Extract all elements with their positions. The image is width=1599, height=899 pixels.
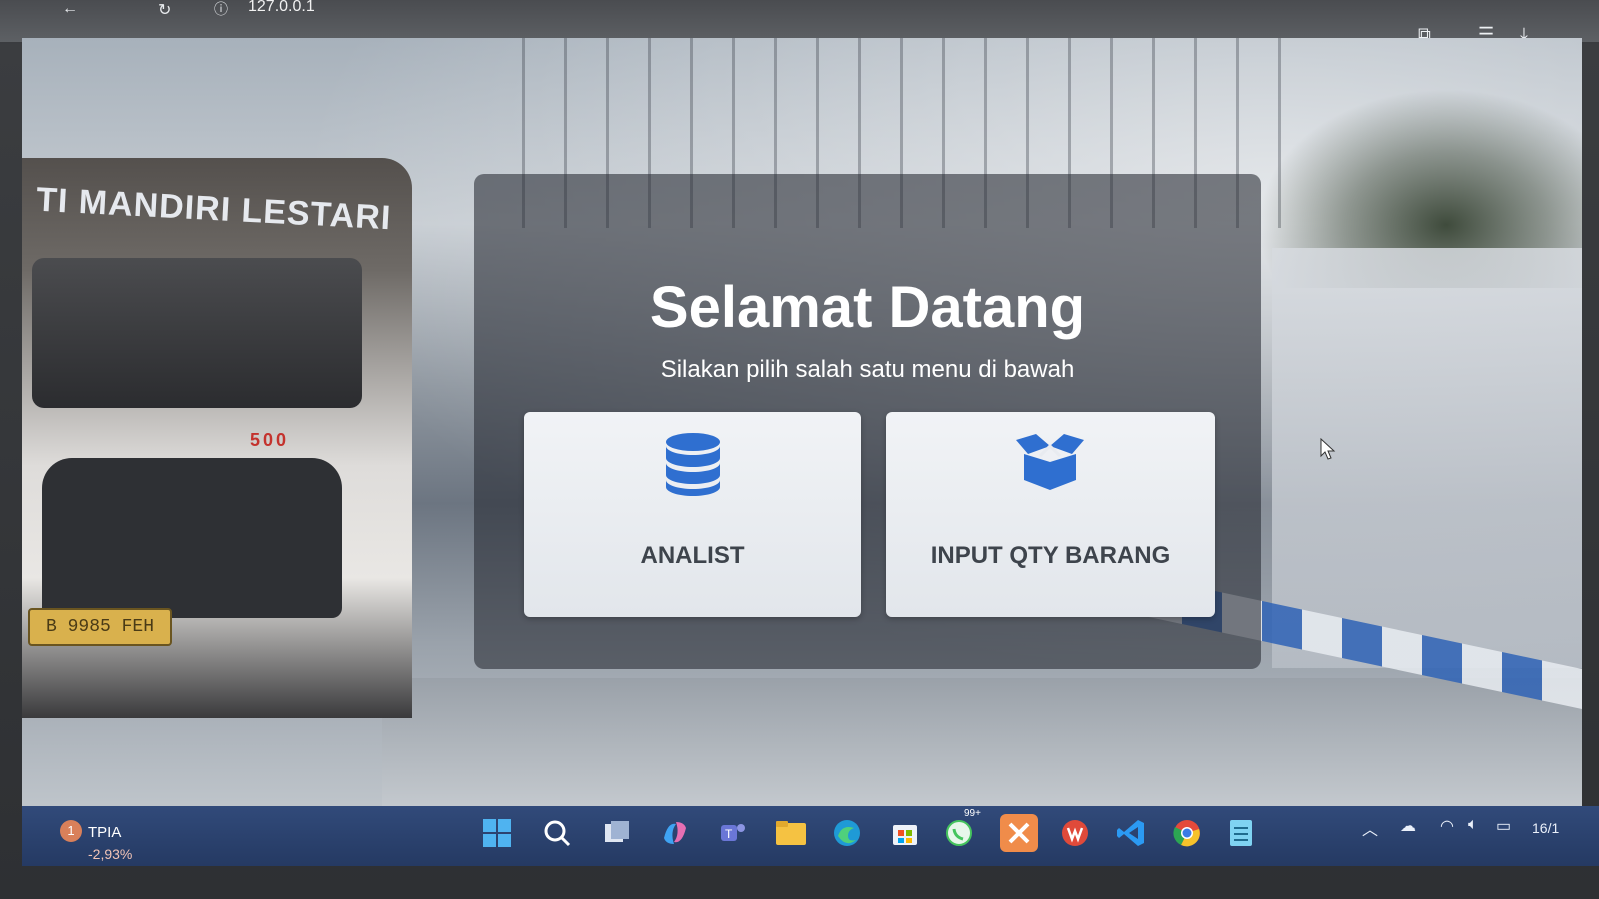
notification-badge: 1 [60, 820, 82, 842]
truck-windshield [32, 258, 362, 408]
wifi-icon[interactable]: ◠ [1440, 816, 1454, 836]
windows-start-icon[interactable] [478, 814, 516, 852]
page-title: Selamat Datang [649, 275, 1086, 340]
background-wall [1272, 248, 1582, 668]
onedrive-icon[interactable]: ☁ [1400, 816, 1416, 836]
truck-model-text: 500 [250, 430, 290, 450]
file-explorer-icon[interactable] [772, 814, 810, 852]
chevron-up-icon[interactable]: ︿ [1362, 816, 1378, 840]
whatsapp-icon[interactable]: 99+ [942, 808, 981, 852]
microsoft-store-icon[interactable] [886, 814, 924, 852]
box-open-icon [1014, 432, 1086, 497]
browser-toolbar: ← ↻ ⓘ 127.0.0.1 ⧉ ☰ ⤓ [0, 0, 1599, 44]
teams-icon[interactable]: T [714, 814, 752, 852]
stock-ticker: TPIA [88, 824, 122, 841]
edge-browser-icon[interactable] [828, 814, 866, 852]
search-icon[interactable] [538, 814, 576, 852]
battery-icon[interactable]: ▭ [1496, 816, 1511, 836]
license-plate: B 9985 FEH [28, 608, 172, 646]
stock-widget[interactable]: 1 TPIA -2,93% [52, 814, 172, 862]
vscode-icon[interactable] [1112, 814, 1150, 852]
page-subtitle: Silakan pilih salah satu menu di bawah [660, 356, 1075, 383]
input-qty-barang-button[interactable]: INPUT QTY BARANG [886, 412, 1215, 617]
truck-grill [42, 458, 342, 618]
whatsapp-unread-badge: 99+ [964, 808, 981, 819]
web-page: TI MANDIRI LESTARI 500 B 9985 FEH Selama… [22, 38, 1582, 814]
wps-office-icon[interactable] [1056, 814, 1094, 852]
info-icon[interactable]: ⓘ [214, 0, 228, 19]
reload-icon[interactable]: ↻ [158, 0, 171, 20]
task-view-icon[interactable] [598, 814, 636, 852]
database-icon [664, 432, 722, 501]
volume-icon[interactable]: 🔈︎ [1468, 816, 1478, 834]
windows-taskbar: 1 TPIA -2,93% T 99+ ︿ ☁ ◠ 🔈︎ ▭ 16/1 [22, 806, 1599, 866]
arrow-left-icon[interactable]: ← [62, 0, 78, 20]
analist-label: ANALIST [640, 542, 745, 569]
system-date[interactable]: 16/1 [1532, 820, 1559, 836]
copilot-icon[interactable] [656, 814, 694, 852]
svg-text:T: T [725, 827, 733, 841]
background-road [382, 678, 1582, 814]
stock-change: -2,93% [88, 846, 133, 862]
address-bar-url[interactable]: 127.0.0.1 [248, 0, 315, 16]
input-qty-barang-label: INPUT QTY BARANG [930, 542, 1171, 569]
xampp-icon[interactable] [1000, 814, 1038, 852]
welcome-panel: Selamat Datang Silakan pilih salah satu … [474, 174, 1261, 669]
analist-button[interactable]: ANALIST [524, 412, 861, 617]
mouse-pointer-icon [1320, 437, 1336, 465]
notepad-icon[interactable] [1222, 814, 1260, 852]
chrome-icon[interactable] [1168, 814, 1206, 852]
